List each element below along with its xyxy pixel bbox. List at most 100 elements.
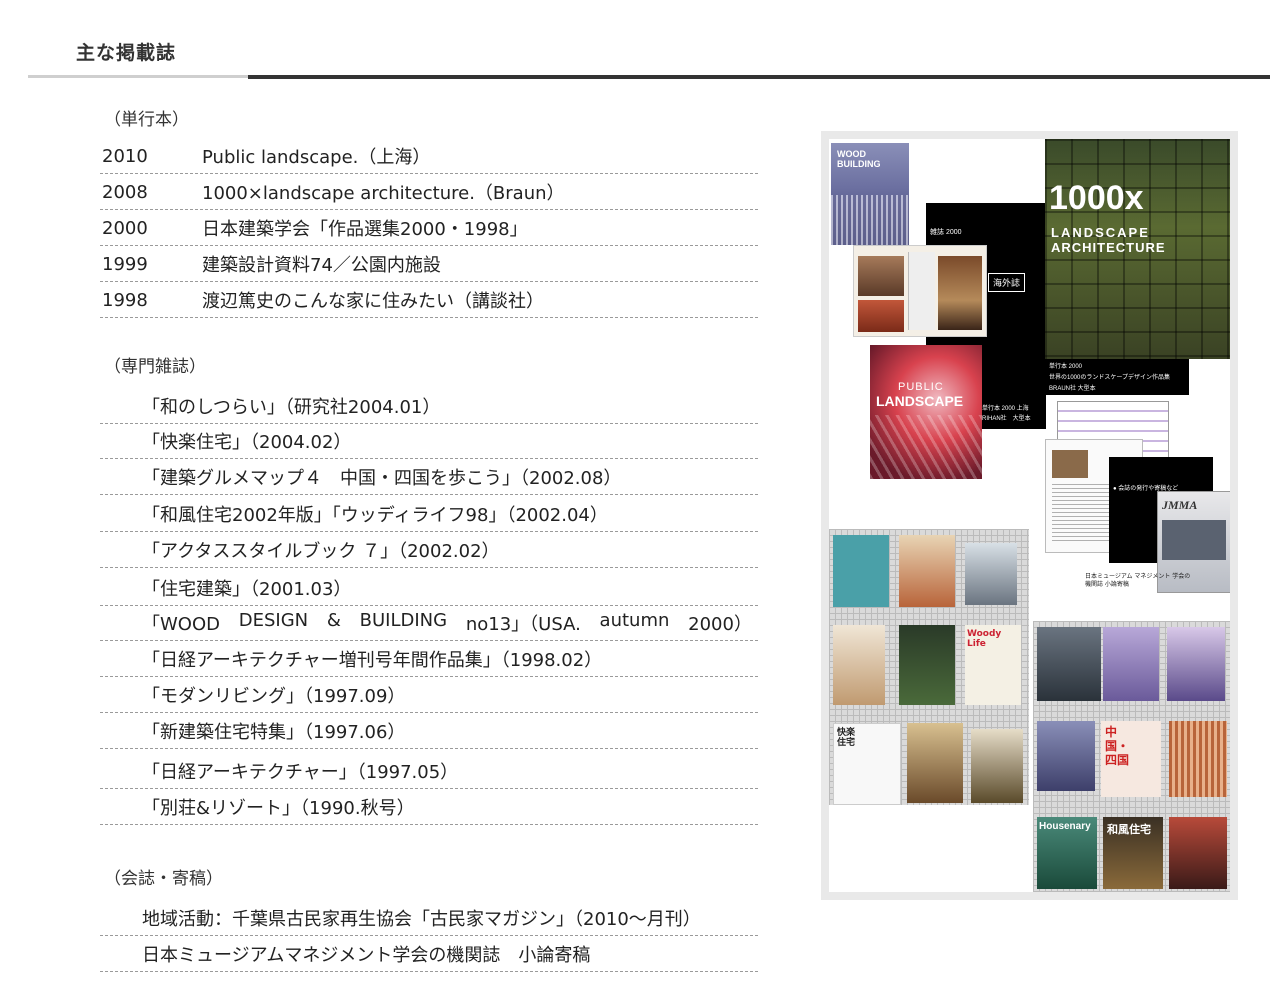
magazine-row: 「日経アーキテクチャー」（1997.05） — [100, 754, 758, 789]
magazine-collage-image: WOOD BUILDING 雑誌 2000 海外誌 単行本 2000 上海 RI… — [821, 131, 1238, 900]
book-title: 建築設計資料74／公園内施設 — [202, 255, 441, 276]
book-row: 2010 Public landscape.（上海） — [100, 139, 758, 174]
cover-modern-living — [899, 535, 955, 607]
book-year: 2008 — [102, 181, 148, 203]
title-underline-dark — [248, 75, 1270, 79]
magazine-title: 「和のしつらい」（研究社2004.01） — [142, 397, 441, 418]
contribution-row: 日本ミュージアムマネジメント学会の機関誌 小論寄稿 — [100, 937, 758, 972]
cover-housenary: Housenary — [1037, 817, 1097, 889]
spread-photo-mid — [908, 252, 935, 330]
landscape-1000x-cover: 1000x LANDSCAPE ARCHITECTURE — [1045, 139, 1230, 359]
wafu-title: 和風住宅 — [1107, 824, 1151, 836]
cover-pattern — [870, 415, 982, 479]
spread-photo-right — [938, 256, 982, 330]
justified-word: autumn — [599, 610, 670, 631]
label-tankobon-2000: 単行本 2000 — [1049, 364, 1083, 370]
magazine-row: 「WOOD DESIGN & BUILDING no13」（USA. autumn 2000… — [100, 606, 758, 641]
wood-building-logo: WOOD BUILDING — [837, 149, 881, 169]
landscape-1000x-sub2: ARCHITECTURE — [1051, 240, 1166, 255]
magazine-title: 「日経アーキテクチャー」（1997.05） — [142, 762, 459, 783]
justified-word: BUILDING — [359, 610, 448, 631]
contribution-title: 日本ミュージアムマネジメント学会の機関誌 小論寄稿 — [142, 945, 591, 966]
book-row: 2008 1000×landscape architecture.（Braun） — [100, 175, 758, 210]
collage-canvas: WOOD BUILDING 雑誌 2000 海外誌 単行本 2000 上海 RI… — [829, 139, 1230, 892]
label-zasshi: 雑誌 2000 — [930, 229, 962, 236]
magazine-wall-right: 中国・四国 Housenary 和風住宅 — [1033, 621, 1230, 892]
justified-word: 「WOOD — [142, 614, 220, 635]
section-label-magazines: （専門雑誌） — [104, 357, 206, 377]
cover-brick — [1169, 721, 1227, 797]
book-year: 1999 — [102, 253, 148, 275]
wood-building-cover: WOOD BUILDING — [831, 143, 909, 245]
label-rihan: RIHAN社 大型本 — [982, 416, 1031, 422]
label-tankobon-shanghai: 単行本 2000 上海 — [982, 406, 1029, 412]
public-landscape-title-2: LANDSCAPE — [876, 393, 964, 409]
section-label-contributions: （会誌・寄稿） — [104, 869, 223, 889]
label-braun: BRAUN社 大型本 — [1049, 386, 1096, 392]
kairaku-title: 快楽住宅 — [837, 728, 856, 748]
magazine-title: 「住宅建築」（2001.03） — [142, 579, 352, 600]
jmma-caption: 日本ミュージアム マネジメント 学会の機関誌 小論寄稿 — [1085, 573, 1191, 588]
magazine-title: 「新建築住宅特集」（1997.06） — [142, 722, 406, 743]
justified-word: & — [326, 610, 341, 631]
book-row: 2000 日本建築学会「作品選集2000・1998」 — [100, 211, 758, 246]
book-year: 2000 — [102, 217, 148, 239]
magazine-row: 「和風住宅2002年版」「ウッディライフ98」（2002.04） — [100, 497, 758, 532]
housenary-title: Housenary — [1039, 821, 1091, 832]
justified-word: no13」（USA. — [465, 614, 581, 635]
jmma-photo — [1162, 520, 1226, 560]
cover-teal — [833, 535, 889, 607]
cover-kenchiku — [833, 625, 885, 705]
magazine-wall-left: Woody Life 快楽住宅 — [829, 529, 1029, 805]
woody-life-title: Woody Life — [967, 629, 1002, 649]
label-1000-works: 世界の1000のランドスケープデザイン作品集 — [1049, 375, 1170, 381]
cover-actus — [1167, 627, 1225, 701]
label-kaigai: 海外誌 — [988, 273, 1026, 292]
magazine-row: 「モダンリビング」（1997.09） — [100, 678, 758, 713]
title-underline-light — [28, 75, 248, 78]
contribution-title: 地域活動：千葉県古民家再生協会「古民家マガジン」（2010～月刊） — [142, 909, 701, 930]
magazine-title: 「アクタススタイルブック ７」（2002.02） — [142, 541, 500, 562]
article-photo — [1052, 450, 1088, 478]
book-title: 1000×landscape architecture.（Braun） — [202, 183, 565, 204]
cover-24 — [965, 543, 1017, 605]
cover-yumeda — [899, 625, 955, 705]
magazine-row: 「和のしつらい」（研究社2004.01） — [100, 389, 758, 424]
book-row: 1999 建築設計資料74／公園内施設 — [100, 247, 758, 282]
magazine-title: 「モダンリビング」（1997.09） — [142, 686, 406, 707]
magazine-title-justified: 「WOOD DESIGN & BUILDING no13」（USA. autumn 2000… — [100, 610, 758, 636]
cover-wafu: 和風住宅 — [1103, 817, 1163, 889]
magazine-row: 「住宅建築」（2001.03） — [100, 571, 758, 606]
magazine-title: 「快楽住宅」（2004.02） — [142, 432, 352, 453]
magazine-row: 「アクタススタイルブック ７」（2002.02） — [100, 533, 758, 568]
label-strip-1000x: 単行本 2000 世界の1000のランドスケープデザイン作品集 BRAUN社 大… — [1045, 359, 1189, 395]
magazine-title: 「和風住宅2002年版」「ウッディライフ98」（2002.04） — [142, 505, 608, 526]
page-title: 主な掲載誌 — [76, 42, 177, 64]
cover-it — [1037, 627, 1101, 701]
spread-photo-left — [858, 256, 904, 296]
jmma-logo: JMMA — [1162, 498, 1198, 512]
magazine-title: 「建築グルメマップ４ 中国・四国を歩こう」（2002.08） — [142, 468, 622, 489]
book-title: 渡辺篤史のこんな家に住みたい（講談社） — [202, 291, 544, 312]
book-title: Public landscape.（上海） — [202, 147, 431, 168]
magazine-row: 「新建築住宅特集」（1997.06） — [100, 714, 758, 749]
cover-wood-design — [1037, 721, 1095, 791]
cover-stripes — [831, 195, 909, 245]
cover-chugoku: 中国・四国 — [1101, 721, 1161, 797]
cover-woody-life: Woody Life — [965, 625, 1021, 705]
public-landscape-title-1: PUBLIC — [898, 381, 944, 393]
section-label-books: （単行本） — [104, 110, 189, 130]
cover-kairaku: 快楽住宅 — [833, 723, 901, 805]
magazine-title: 「別荘&リゾート」（1990.秋号） — [142, 798, 415, 819]
book-year: 1998 — [102, 289, 148, 311]
magazine-row: 「快楽住宅」（2004.02） — [100, 424, 758, 459]
landscape-1000x-title: 1000x — [1049, 179, 1144, 217]
book-year: 2010 — [102, 145, 148, 167]
chugoku-title: 中国・四国 — [1105, 725, 1130, 767]
contribution-row: 地域活動：千葉県古民家再生協会「古民家マガジン」（2010～月刊） — [100, 901, 758, 936]
book-row: 1998 渡辺篤史のこんな家に住みたい（講談社） — [100, 283, 758, 318]
landscape-1000x-sub1: LANDSCAPE — [1051, 225, 1150, 240]
interior-spread — [853, 245, 987, 337]
magazine-row: 「別荘&リゾート」（1990.秋号） — [100, 790, 758, 825]
spread-photo-bottom — [858, 300, 904, 332]
